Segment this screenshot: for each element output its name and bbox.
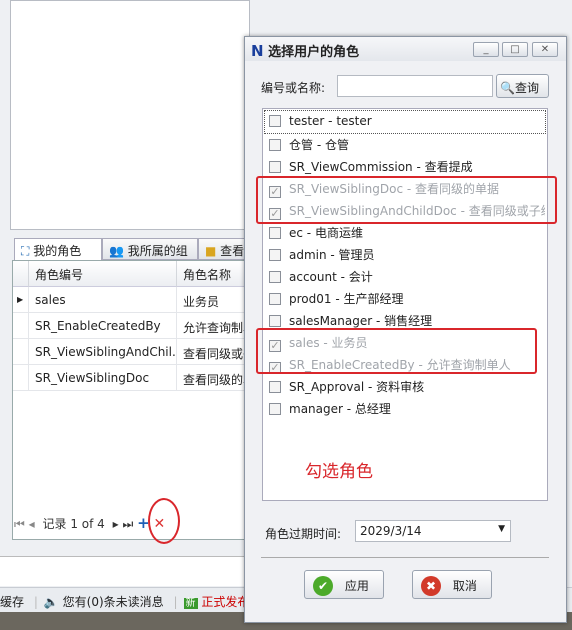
cell-code: SR_EnableCreatedBy <box>29 313 177 339</box>
record-counter: 记录 1 of 4 <box>42 517 105 531</box>
prev-record-button[interactable]: ◂ <box>29 517 35 531</box>
checkbox[interactable] <box>269 271 281 283</box>
tab-my-groups[interactable]: 👥 我所属的组 <box>102 238 198 260</box>
next-record-button[interactable]: ▸ <box>113 517 119 531</box>
cell-code: SR_ViewSiblingAndChil... <box>29 339 177 365</box>
top-panel <box>10 0 250 230</box>
group-icon: 👥 <box>109 244 124 258</box>
cancel-button[interactable]: ✖ 取消 <box>412 570 492 599</box>
cell-name: 查看同级的单 <box>177 365 249 391</box>
lower-panel <box>0 556 250 586</box>
checkbox[interactable] <box>269 403 281 415</box>
row-indicator <box>13 313 29 339</box>
checkbox[interactable] <box>269 161 281 173</box>
search-button[interactable]: 🔍查询 <box>496 74 549 98</box>
row-indicator: ▶ <box>13 287 29 313</box>
row-indicator-header <box>13 261 29 287</box>
role-item[interactable]: SR_Approval - 资料审核 <box>265 375 545 397</box>
check-icon: ✔ <box>313 576 333 596</box>
new-icon: 新 <box>183 598 198 609</box>
role-item[interactable]: manager - 总经理 <box>265 397 545 419</box>
role-item[interactable]: tester - tester <box>264 110 546 134</box>
table-row[interactable]: SR_ViewSiblingAndChil... 查看同级或子 <box>13 339 249 365</box>
messages-status[interactable]: 您有(0)条未读消息 <box>63 595 164 609</box>
checkbox[interactable] <box>269 249 281 261</box>
table-row[interactable]: SR_ViewSiblingDoc 查看同级的单 <box>13 365 249 391</box>
search-icon: 🔍 <box>500 81 515 95</box>
column-header-name[interactable]: 角色名称 <box>177 261 249 287</box>
close-button[interactable]: ✕ <box>532 42 558 57</box>
row-indicator <box>13 339 29 365</box>
chevron-down-icon: ▼ <box>498 524 505 534</box>
select-roles-dialog: N 选择用户的角色 _ □ ✕ 编号或名称: 🔍查询 tester - test… <box>244 36 567 623</box>
roles-grid: 角色编号 角色名称 ▶ sales 业务员 SR_EnableCreatedBy… <box>12 260 249 540</box>
role-item[interactable]: account - 会计 <box>265 265 545 287</box>
table-row[interactable]: SR_EnableCreatedBy 允许查询制单 <box>13 313 249 339</box>
checkbox[interactable] <box>269 115 281 127</box>
row-indicator <box>13 365 29 391</box>
cache-status[interactable]: 缓存 <box>0 595 24 609</box>
roles-checklist: tester - tester 仓管 - 仓管 SR_ViewCommission … <box>262 108 548 501</box>
role-item[interactable]: admin - 管理员 <box>265 243 545 265</box>
search-label: 编号或名称: <box>261 81 326 95</box>
last-record-button[interactable]: ⏭ <box>122 517 133 531</box>
checkbox[interactable] <box>269 293 281 305</box>
column-header-code[interactable]: 角色编号 <box>29 261 177 287</box>
apply-button[interactable]: ✔ 应用 <box>304 570 384 599</box>
record-navigator: ⏮ ◂ 记录 1 of 4 ▸ ⏭ + ✕ <box>14 514 246 534</box>
first-record-button[interactable]: ⏮ <box>14 517 25 531</box>
role-item[interactable]: ec - 电商运维 <box>265 221 545 243</box>
minimize-button[interactable]: _ <box>473 42 499 57</box>
cancel-icon: ✖ <box>421 576 441 596</box>
hierarchy-icon: ⛶ <box>21 244 30 258</box>
tab-view[interactable]: ■ 查看 <box>198 238 248 260</box>
role-item[interactable]: prod01 - 生产部经理 <box>265 287 545 309</box>
checkbox[interactable] <box>269 227 281 239</box>
divider <box>261 557 549 558</box>
maximize-button[interactable]: □ <box>502 42 528 57</box>
cell-code: sales <box>29 287 177 313</box>
cell-name: 允许查询制单 <box>177 313 249 339</box>
cell-code: SR_ViewSiblingDoc <box>29 365 177 391</box>
annotation-text: 勾选角色 <box>305 462 373 482</box>
dialog-title: 选择用户的角色 <box>268 45 360 60</box>
cell-name: 查看同级或子 <box>177 339 249 365</box>
checkbox[interactable] <box>269 381 281 393</box>
tab-my-roles[interactable]: ⛶ 我的角色 <box>14 238 102 262</box>
annotation-circle <box>148 498 180 544</box>
search-input[interactable] <box>337 75 493 97</box>
cube-icon: ■ <box>205 244 217 258</box>
app-logo: N <box>251 42 264 60</box>
role-item[interactable]: SR_ViewCommission - 查看提成 <box>265 155 545 177</box>
table-row[interactable]: ▶ sales 业务员 <box>13 287 249 313</box>
cell-name: 业务员 <box>177 287 249 313</box>
speaker-icon: 🔈 <box>43 595 59 609</box>
release-status[interactable]: 正式发布 <box>201 595 249 609</box>
annotation-box <box>256 328 537 374</box>
expire-label: 角色过期时间: <box>265 527 342 541</box>
expire-date-select[interactable]: 2029/3/14 ▼ <box>355 520 511 542</box>
role-item[interactable]: 仓管 - 仓管 <box>265 133 545 155</box>
checkbox[interactable] <box>269 315 281 327</box>
checkbox[interactable] <box>269 139 281 151</box>
annotation-box <box>256 176 557 224</box>
